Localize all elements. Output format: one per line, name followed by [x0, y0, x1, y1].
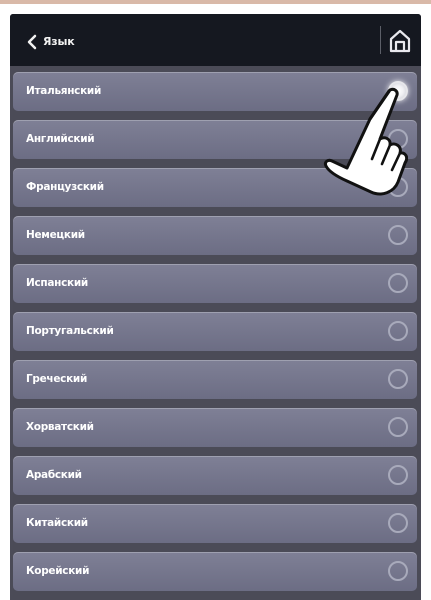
- language-label: Английский: [26, 133, 95, 145]
- language-label: Французский: [26, 181, 104, 193]
- language-label: Греческий: [26, 373, 88, 385]
- language-row-german[interactable]: Немецкий: [13, 216, 417, 255]
- language-label: Португальский: [26, 325, 114, 337]
- language-label: Арабский: [26, 469, 82, 481]
- language-row-portuguese[interactable]: Португальский: [13, 312, 417, 351]
- language-label: Итальянский: [26, 85, 102, 97]
- language-row-spanish[interactable]: Испанский: [13, 264, 417, 303]
- language-label: Китайский: [26, 517, 88, 529]
- language-label: Корейский: [26, 565, 90, 577]
- language-row-croatian[interactable]: Хорватский: [13, 408, 417, 447]
- language-label: Испанский: [26, 277, 88, 289]
- radio-button[interactable]: [388, 417, 408, 437]
- selected-radio-button[interactable]: [388, 81, 408, 101]
- radio-button[interactable]: [388, 177, 408, 197]
- language-row-english[interactable]: Английский: [13, 120, 417, 159]
- radio-button[interactable]: [388, 321, 408, 341]
- radio-button[interactable]: [388, 225, 408, 245]
- language-row-arabic[interactable]: Арабский: [13, 456, 417, 495]
- home-icon: [389, 29, 411, 53]
- radio-button[interactable]: [388, 129, 408, 149]
- language-label: Хорватский: [26, 421, 94, 433]
- chevron-left-icon: [27, 34, 37, 50]
- language-row-greek[interactable]: Греческий: [13, 360, 417, 399]
- page-title: Язык: [43, 35, 75, 48]
- header-bar: Язык: [10, 14, 421, 66]
- home-button[interactable]: [388, 28, 412, 54]
- radio-button[interactable]: [388, 513, 408, 533]
- language-row-chinese[interactable]: Китайский: [13, 504, 417, 543]
- language-row-korean[interactable]: Корейский: [13, 552, 417, 591]
- radio-button[interactable]: [388, 561, 408, 581]
- language-row-french[interactable]: Французский: [13, 168, 417, 207]
- top-accent-line: [0, 0, 431, 4]
- back-button[interactable]: Язык: [26, 34, 75, 50]
- radio-button[interactable]: [388, 465, 408, 485]
- header-divider: [380, 26, 381, 54]
- language-list: Итальянский Английский Французский Немец…: [13, 72, 417, 600]
- language-row-italian[interactable]: Итальянский: [13, 72, 417, 111]
- language-label: Немецкий: [26, 229, 85, 241]
- radio-button[interactable]: [388, 369, 408, 389]
- radio-button[interactable]: [388, 273, 408, 293]
- language-screen: Язык Итальянский Английский Французский …: [10, 14, 421, 600]
